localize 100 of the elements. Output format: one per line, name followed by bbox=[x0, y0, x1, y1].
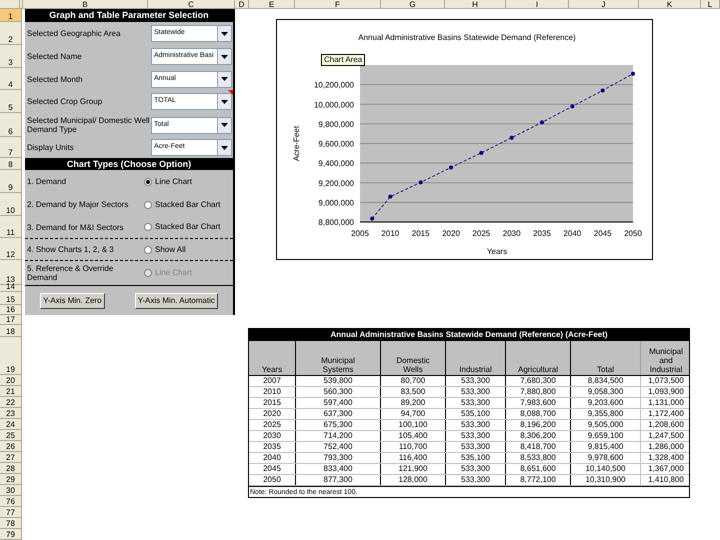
row-header[interactable]: 15 bbox=[0, 292, 21, 305]
row-header[interactable]: 3 bbox=[0, 45, 21, 68]
table-cell: 9,815,400 bbox=[571, 442, 641, 452]
x-tick-label: 2050 bbox=[624, 229, 642, 238]
x-tick-label: 2030 bbox=[502, 229, 521, 238]
y-tick-label: 8,800,000 bbox=[318, 218, 354, 227]
radio-button[interactable] bbox=[144, 223, 152, 231]
radio-button[interactable] bbox=[144, 246, 152, 254]
row-header[interactable]: 28 bbox=[0, 463, 21, 474]
section-title: Chart Types (Choose Option) bbox=[25, 158, 233, 170]
row-header[interactable]: 1 bbox=[0, 9, 21, 22]
row-header[interactable]: 12 bbox=[0, 238, 21, 260]
table-cell: 8,533,800 bbox=[506, 453, 571, 463]
table-cell: 2010 bbox=[249, 387, 296, 397]
table-cell: 2007 bbox=[249, 376, 296, 386]
table-title: Annual Administrative Basins Statewide Demand (Reference) (Acre-Feet) bbox=[249, 329, 689, 341]
row-header[interactable]: 22 bbox=[0, 397, 21, 408]
row-header[interactable]: 18 bbox=[0, 325, 21, 337]
row-header[interactable]: 10 bbox=[0, 193, 21, 216]
table-cell: 535,100 bbox=[446, 453, 506, 463]
table-cell: 8,306,200 bbox=[506, 431, 571, 441]
row-header[interactable]: 17 bbox=[0, 315, 21, 325]
row-header[interactable]: 11 bbox=[0, 216, 21, 238]
parameter-label: Selected Name bbox=[27, 52, 83, 61]
radio-option[interactable]: Stacked Bar Chart bbox=[144, 198, 220, 210]
column-header[interactable]: L bbox=[701, 0, 720, 8]
column-header[interactable]: I bbox=[506, 0, 569, 8]
table-cell: 2030 bbox=[249, 431, 296, 441]
table-cell: 8,196,200 bbox=[506, 420, 571, 430]
row-header[interactable]: 29 bbox=[0, 474, 21, 485]
column-heading: Total bbox=[571, 341, 641, 375]
row-header[interactable]: 79 bbox=[0, 529, 21, 540]
axis-button[interactable]: Y-Axis Min. Zero bbox=[40, 292, 105, 308]
axis-button[interactable]: Y-Axis Min. Automatic bbox=[134, 292, 218, 308]
x-tick-label: 2025 bbox=[472, 229, 490, 238]
row-header[interactable]: 6 bbox=[0, 113, 21, 137]
table-cell: 7,680,300 bbox=[506, 376, 571, 386]
column-header[interactable]: G bbox=[381, 0, 445, 8]
row-header[interactable]: 16 bbox=[0, 305, 21, 315]
table-cell: 105,400 bbox=[381, 431, 446, 441]
y-tick-label: 10,200,000 bbox=[314, 80, 354, 90]
column-heading: Domestic Wells bbox=[381, 341, 446, 375]
row-header[interactable]: 26 bbox=[0, 441, 21, 452]
row-header[interactable]: 23 bbox=[0, 408, 21, 419]
row-header[interactable]: 19 bbox=[0, 337, 21, 375]
column-header[interactable]: H bbox=[445, 0, 506, 8]
radio-button[interactable] bbox=[144, 178, 152, 186]
table-cell: 9,978,600 bbox=[571, 453, 641, 463]
radio-option[interactable]: Stacked Bar Chart bbox=[144, 221, 220, 233]
row-header[interactable]: 25 bbox=[0, 430, 21, 441]
column-heading: Municipal Systems bbox=[296, 341, 381, 375]
table-cell: 2025 bbox=[249, 420, 296, 430]
row-header[interactable]: 13 bbox=[0, 260, 21, 285]
table-cell: 533,300 bbox=[446, 464, 506, 474]
radio-option[interactable]: Show All bbox=[144, 244, 186, 256]
row-header[interactable]: 77 bbox=[0, 507, 21, 518]
column-header[interactable]: K bbox=[639, 0, 701, 8]
option-label: 4. Show Charts 1, 2, & 3 bbox=[27, 245, 115, 254]
row-header[interactable]: 4 bbox=[0, 68, 21, 90]
row-header[interactable]: 20 bbox=[0, 375, 21, 386]
parameter-label: Display Units bbox=[27, 143, 75, 152]
table-cell: 533,300 bbox=[446, 431, 506, 441]
table-cell: 116,400 bbox=[381, 453, 446, 463]
y-tick-label: 9,400,000 bbox=[318, 159, 354, 168]
row-header[interactable]: 5 bbox=[0, 90, 21, 113]
column-header[interactable]: J bbox=[569, 0, 639, 8]
table-cell: 10,140,500 bbox=[571, 464, 641, 474]
table-cell: 793,300 bbox=[296, 453, 381, 463]
row-header[interactable]: 2 bbox=[0, 22, 21, 45]
table-cell-text: 1,286,000 bbox=[647, 442, 685, 452]
column-header[interactable]: D bbox=[235, 0, 249, 8]
column-header[interactable]: F bbox=[295, 0, 381, 8]
table-cell: 9,058,300 bbox=[571, 387, 641, 397]
table-cell: 535,100 bbox=[446, 409, 506, 419]
column-heading: Municipal and Industrial bbox=[648, 346, 684, 375]
radio-option[interactable]: Line Chart bbox=[144, 176, 192, 188]
column-header[interactable]: B bbox=[23, 0, 148, 8]
y-tick-label: 10,000,000 bbox=[314, 100, 354, 110]
row-header[interactable]: 21 bbox=[0, 386, 21, 397]
row-header[interactable]: 78 bbox=[0, 518, 21, 529]
row-header[interactable]: 27 bbox=[0, 452, 21, 463]
column-header[interactable]: C bbox=[148, 0, 235, 8]
table-cell: 2020 bbox=[249, 409, 296, 419]
table-cell: 539,800 bbox=[296, 376, 381, 386]
column-heading: Industrial bbox=[446, 341, 506, 375]
option-label: 2. Demand by Major Sectors bbox=[27, 200, 130, 209]
table-cell-text: 1,247,500 bbox=[647, 431, 685, 441]
row-header[interactable]: 7 bbox=[0, 137, 21, 158]
row-header[interactable]: 8 bbox=[0, 158, 21, 170]
table-cell: 533,300 bbox=[446, 442, 506, 452]
column-header[interactable]: E bbox=[249, 0, 295, 8]
parameter-label: Selected Geographic Area bbox=[27, 29, 122, 38]
row-header[interactable]: 76 bbox=[0, 496, 21, 507]
parameter-label: Selected Municipal/ Domestic Well Demand Type bbox=[27, 116, 151, 134]
table-cell-text: 1,328,400 bbox=[647, 453, 685, 463]
row-header[interactable]: 9 bbox=[0, 170, 21, 193]
table-cell: 533,300 bbox=[446, 387, 506, 397]
row-header[interactable]: 24 bbox=[0, 419, 21, 430]
radio-button[interactable] bbox=[144, 200, 152, 208]
row-header[interactable]: 30 bbox=[0, 485, 21, 496]
